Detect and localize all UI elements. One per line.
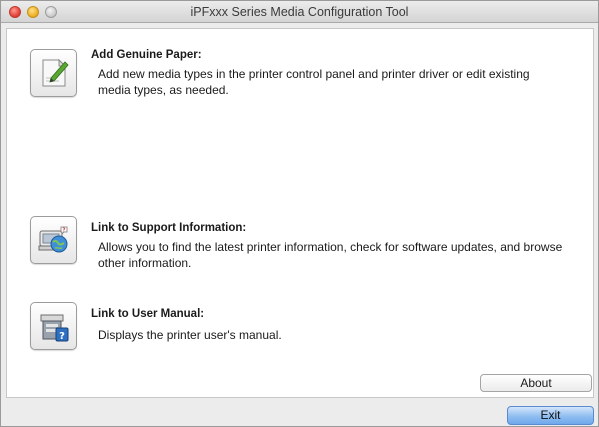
user-manual-title: Link to User Manual: <box>91 308 205 320</box>
app-window: iPFxxx Series Media Configuration Tool A… <box>0 0 599 427</box>
add-genuine-paper-description: Add new media types in the printer contr… <box>98 67 530 97</box>
add-genuine-paper-button[interactable] <box>30 49 77 97</box>
user-manual-icon: ? <box>40 314 69 342</box>
window-title: iPFxxx Series Media Configuration Tool <box>190 5 409 19</box>
user-manual-button[interactable]: ? <box>30 302 77 350</box>
about-button[interactable]: About <box>480 374 592 392</box>
add-genuine-paper-title: Add Genuine Paper: <box>91 49 202 61</box>
paper-edit-icon <box>42 58 69 87</box>
user-manual-description: Displays the printer user's manual. <box>98 328 282 342</box>
exit-button[interactable]: Exit <box>507 406 594 425</box>
svg-text:?: ? <box>59 331 65 342</box>
support-information-button[interactable]: ? <box>30 216 77 264</box>
support-information-title: Link to Support Information: <box>91 222 247 234</box>
title-bar[interactable]: iPFxxx Series Media Configuration Tool <box>1 1 598 23</box>
main-panel: Add Genuine Paper: Add new media types i… <box>6 28 594 398</box>
support-information-description: Allows you to find the latest printer in… <box>98 240 563 270</box>
svg-text:?: ? <box>63 228 66 234</box>
support-globe-icon: ? <box>38 226 68 253</box>
